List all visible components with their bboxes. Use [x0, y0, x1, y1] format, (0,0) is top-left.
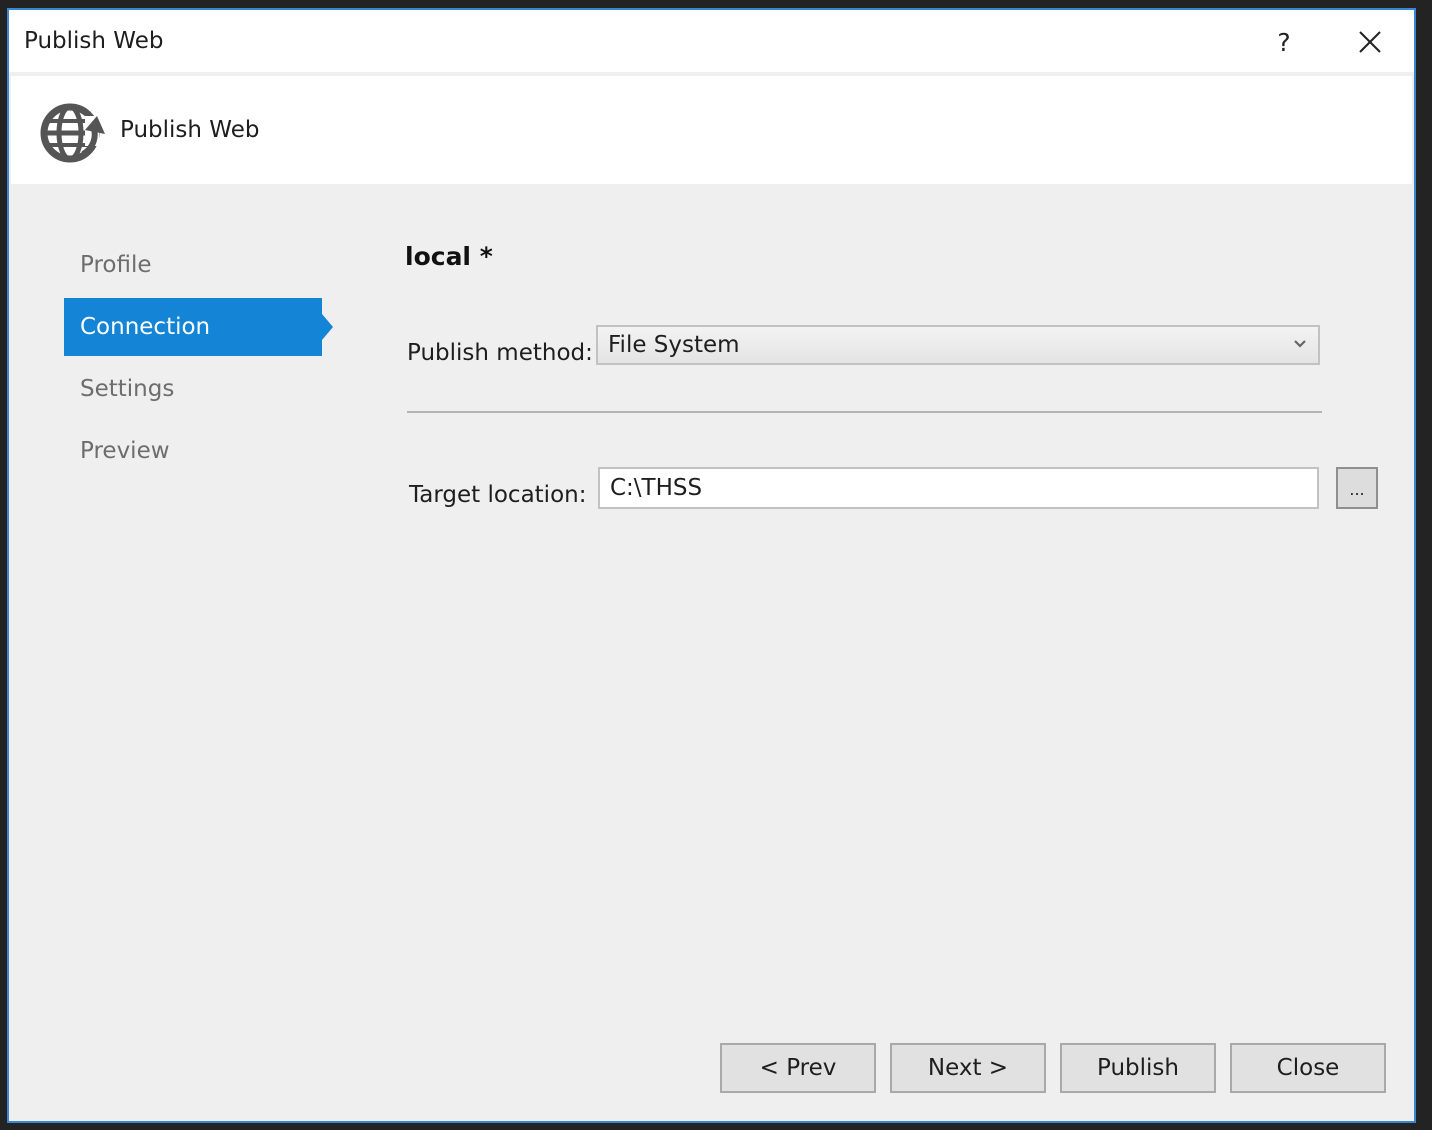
publish-button[interactable]: Publish	[1060, 1043, 1216, 1093]
target-location-label: Target location:	[409, 482, 587, 508]
close-icon	[1359, 31, 1381, 53]
next-button[interactable]: Next >	[890, 1043, 1046, 1093]
nav-item-connection[interactable]: Connection	[64, 298, 333, 356]
help-icon: ?	[1277, 27, 1291, 57]
header-title: Publish Web	[120, 117, 260, 143]
nav-item-profile[interactable]: Profile	[64, 236, 322, 294]
browse-button[interactable]: ...	[1336, 467, 1378, 509]
wizard-nav: Profile Connection Settings Preview	[64, 236, 354, 484]
target-location-input[interactable]	[598, 467, 1319, 509]
help-button[interactable]: ?	[1262, 20, 1306, 64]
section-divider	[407, 411, 1322, 413]
publish-method-select[interactable]: File System	[596, 325, 1320, 365]
nav-item-settings[interactable]: Settings	[64, 360, 322, 418]
window-title: Publish Web	[24, 28, 164, 54]
profile-name-heading: local *	[405, 242, 493, 271]
publish-method-value: File System	[608, 332, 740, 358]
title-bar: Publish Web ?	[9, 10, 1414, 72]
window-close-button[interactable]	[1348, 20, 1392, 64]
nav-item-preview[interactable]: Preview	[64, 422, 322, 480]
header-band: Publish Web	[11, 76, 1412, 184]
publish-method-label: Publish method:	[407, 340, 593, 366]
publish-web-dialog: Publish Web ? Publish Web Profile Connec…	[7, 8, 1416, 1123]
prev-button[interactable]: < Prev	[720, 1043, 876, 1093]
chevron-down-icon	[1294, 340, 1306, 348]
globe-publish-icon	[40, 103, 105, 163]
close-button[interactable]: Close	[1230, 1043, 1386, 1093]
ellipsis-icon: ...	[1349, 480, 1365, 499]
